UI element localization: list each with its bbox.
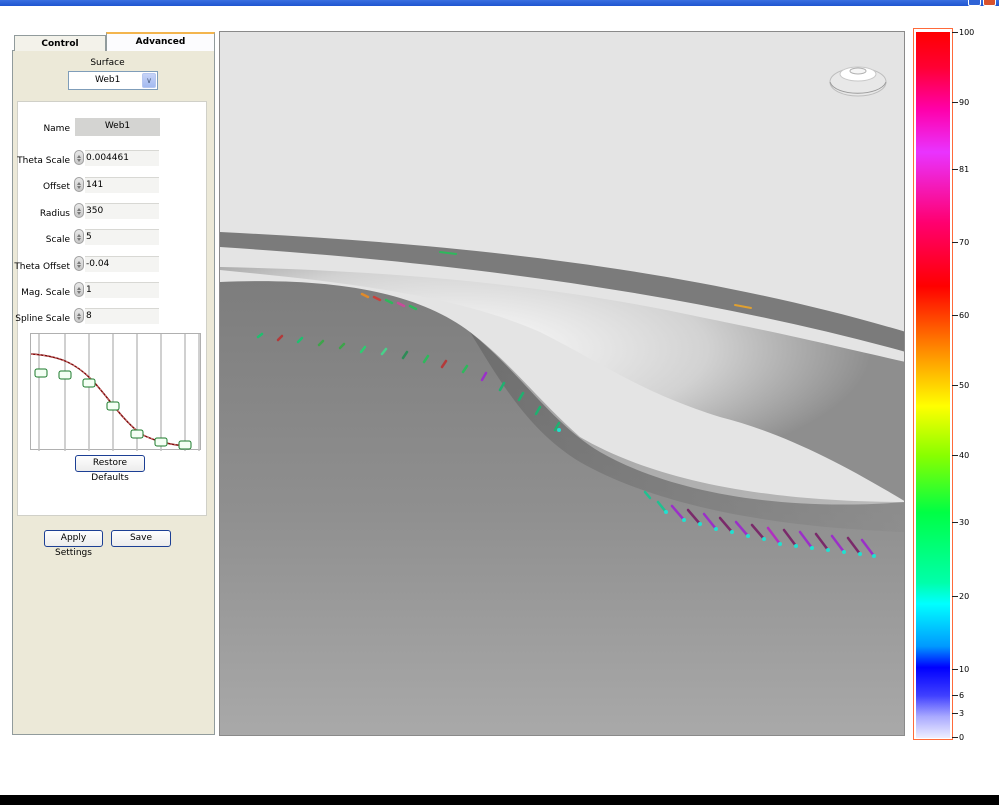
spline-scale-spinner[interactable] (74, 308, 84, 323)
tab-control[interactable]: Control (14, 35, 106, 51)
restore-defaults-button[interactable]: Restore Defaults (75, 455, 145, 483)
colorbar-gradient (916, 32, 950, 738)
colorbar-tick-label: 70 (959, 238, 970, 247)
spline-scale-field[interactable]: 8 (85, 308, 159, 324)
colorbar-tick (952, 522, 958, 523)
theta-offset-label: Theta Offset (14, 262, 70, 272)
colorbar-tick (952, 385, 958, 386)
colorbar-tick-label: 50 (959, 381, 970, 390)
spline-handle (58, 370, 72, 380)
colorbar (913, 28, 953, 740)
maximize-icon[interactable] (968, 0, 981, 6)
colorbar-tick (952, 102, 958, 103)
colorbar-tick-label: 10 (959, 665, 970, 674)
name-label: Name (43, 124, 70, 134)
tab-advanced[interactable]: Advanced (106, 32, 215, 51)
spline-scale-label: Spline Scale (15, 314, 70, 324)
offset-spinner[interactable] (74, 177, 84, 192)
surface-render[interactable] (220, 32, 905, 736)
theta-scale-field[interactable]: 0.004461 (85, 150, 159, 166)
name-field[interactable]: Web1 (75, 118, 160, 136)
radius-field[interactable]: 350 (85, 203, 159, 219)
colorbar-tick-label: 100 (959, 28, 975, 37)
radius-spinner[interactable] (74, 203, 84, 218)
surface-label: Surface (90, 58, 125, 68)
colorbar-tick (952, 737, 958, 738)
spline-handle (82, 378, 96, 388)
scale-label: Scale (45, 235, 70, 245)
colorbar-tick (952, 315, 958, 316)
save-button[interactable]: Save (111, 530, 171, 547)
colorbar-tick (952, 242, 958, 243)
3d-viewport[interactable] (219, 31, 905, 736)
window-titlebar (0, 0, 999, 6)
colorbar-tick (952, 713, 958, 714)
colorbar-tick-label: 0 (959, 733, 965, 742)
spline-handle (34, 368, 48, 378)
colorbar-tick (952, 596, 958, 597)
colorbar-tick-label: 3 (959, 709, 965, 718)
colorbar-tick (952, 669, 958, 670)
colorbar-tick-label: 90 (959, 98, 970, 107)
colorbar-tick (952, 455, 958, 456)
spline-handle (178, 440, 192, 450)
surface-select[interactable]: Web1 ∨ (68, 71, 158, 90)
offset-field[interactable]: 141 (85, 177, 159, 193)
spline-handle (106, 401, 120, 411)
spline-editor[interactable] (30, 333, 202, 451)
surface-select-value: Web1 (95, 75, 121, 85)
mag-scale-label: Mag. Scale (21, 288, 70, 298)
theta-offset-spinner[interactable] (74, 256, 84, 271)
spline-curve (30, 353, 192, 447)
colorbar-tick-label: 20 (959, 592, 970, 601)
theta-offset-field[interactable]: -0.04 (85, 256, 159, 272)
colorbar-tick-label: 81 (959, 165, 970, 174)
chevron-down-icon[interactable]: ∨ (142, 73, 156, 88)
offset-label: Offset (42, 182, 70, 192)
spline-editor-canvas[interactable] (30, 334, 202, 451)
colorbar-tick (952, 169, 958, 170)
spline-handle (130, 429, 144, 439)
radius-label: Radius (39, 209, 70, 219)
spline-handle (154, 437, 168, 447)
scale-field[interactable]: 5 (85, 229, 159, 245)
colorbar-tick (952, 695, 958, 696)
colorbar-tick-label: 6 (959, 691, 965, 700)
colorbar-tick-label: 60 (959, 311, 970, 320)
apply-settings-button[interactable]: Apply Settings (44, 530, 103, 558)
colorbar-tick-label: 40 (959, 451, 970, 460)
colorbar-tick (952, 32, 958, 33)
mag-scale-spinner[interactable] (74, 282, 84, 297)
close-icon[interactable] (983, 0, 996, 6)
mag-scale-field[interactable]: 1 (85, 282, 159, 298)
taskbar (0, 795, 999, 805)
theta-scale-label: Theta Scale (17, 156, 70, 166)
theta-scale-spinner[interactable] (74, 150, 84, 165)
colorbar-tick-label: 30 (959, 518, 970, 527)
scale-spinner[interactable] (74, 229, 84, 244)
